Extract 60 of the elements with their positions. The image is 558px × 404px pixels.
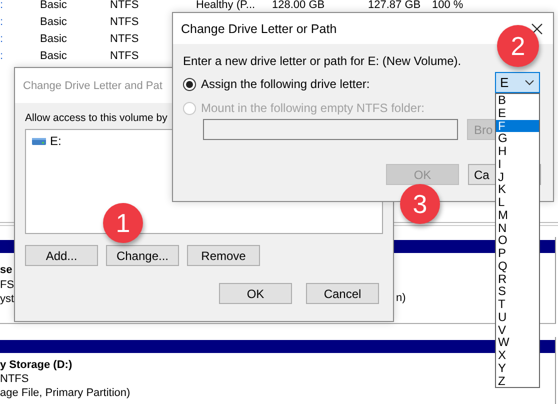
dialog-button[interactable]: Cancel bbox=[306, 283, 379, 304]
radio-button[interactable] bbox=[183, 78, 196, 90]
dropdown-item[interactable]: N bbox=[496, 222, 539, 234]
dropdown-item[interactable]: F bbox=[496, 120, 539, 132]
dropdown-item[interactable]: B bbox=[496, 94, 539, 107]
table-cell-text: NTFS bbox=[110, 32, 140, 44]
table-cell-text: : bbox=[0, 50, 4, 62]
dropdown-item[interactable]: P bbox=[496, 247, 539, 260]
dropdown-item[interactable]: T bbox=[496, 298, 539, 311]
prompt-text: Enter a new drive letter or path for E: (New Volume). bbox=[183, 54, 462, 68]
table-cell-text: 128.00 GB bbox=[272, 0, 326, 10]
dropdown-item[interactable]: G bbox=[496, 132, 539, 145]
dialog-button[interactable]: Change... bbox=[106, 245, 179, 266]
dropdown-item[interactable]: Y bbox=[496, 362, 539, 374]
disk-label: FS bbox=[0, 278, 14, 292]
option-label: Mount in the following empty NTFS folder: bbox=[201, 101, 424, 115]
disk-label: se bbox=[0, 263, 12, 278]
table-cell-text: NTFS bbox=[110, 16, 140, 28]
dialog-button[interactable]: Remove bbox=[187, 245, 260, 266]
window-title: Change Drive Letter or Path bbox=[181, 22, 337, 36]
table-cell-text: Basic bbox=[40, 16, 68, 28]
disk-label: y Storage (D:) bbox=[0, 358, 72, 372]
disk-label: yst bbox=[0, 292, 14, 306]
drive-letter-dropdown[interactable]: E bbox=[495, 72, 540, 93]
table-cell-text: : bbox=[0, 0, 4, 10]
window-title: Change Drive Letter and Pat bbox=[23, 80, 162, 92]
drive-icon bbox=[32, 138, 46, 144]
close-icon[interactable] bbox=[531, 22, 543, 34]
table-cell-text: NTFS bbox=[110, 0, 140, 10]
prompt-text: Allow access to this volume by bbox=[25, 112, 168, 124]
table-cell-text: : bbox=[0, 16, 4, 28]
dropdown-item[interactable]: W bbox=[496, 336, 539, 349]
disk-label: age File, Primary Partition) bbox=[0, 386, 130, 400]
dropdown-item[interactable]: L bbox=[496, 196, 539, 209]
dropdown-item[interactable]: R bbox=[496, 272, 539, 286]
dropdown-item[interactable]: J bbox=[496, 170, 539, 184]
table-cell-text: 127.87 GB bbox=[368, 0, 422, 10]
dropdown-item[interactable]: S bbox=[496, 285, 539, 298]
dropdown-item[interactable]: V bbox=[496, 324, 539, 336]
dialog-button[interactable]: Add... bbox=[25, 245, 98, 266]
dropdown-item[interactable]: X bbox=[496, 349, 539, 362]
dialog-button[interactable]: OK bbox=[219, 283, 292, 304]
table-cell-text: : bbox=[0, 32, 4, 44]
dropdown-item[interactable]: E bbox=[496, 106, 539, 120]
table-cell-text: 100 % bbox=[432, 0, 464, 10]
option-label: Assign the following drive letter: bbox=[201, 77, 370, 91]
path-entry[interactable]: E: bbox=[50, 134, 62, 148]
dropdown-item[interactable]: Z bbox=[496, 374, 539, 388]
dropdown-item[interactable]: U bbox=[496, 310, 539, 324]
dropdown-item[interactable]: O bbox=[496, 234, 539, 247]
dropdown-item[interactable]: K bbox=[496, 183, 539, 196]
disk-label: NTFS bbox=[0, 372, 29, 386]
table-cell-text: Basic bbox=[40, 32, 68, 44]
dropdown-item[interactable]: M bbox=[496, 208, 539, 222]
chevron-icon bbox=[525, 80, 534, 86]
dropdown-item[interactable]: Q bbox=[496, 260, 539, 272]
disk-label: n) bbox=[396, 292, 406, 304]
table-cell-text: Basic bbox=[40, 50, 68, 62]
dropdown-item[interactable]: H bbox=[496, 145, 539, 158]
dropdown-item[interactable]: I bbox=[496, 158, 539, 170]
